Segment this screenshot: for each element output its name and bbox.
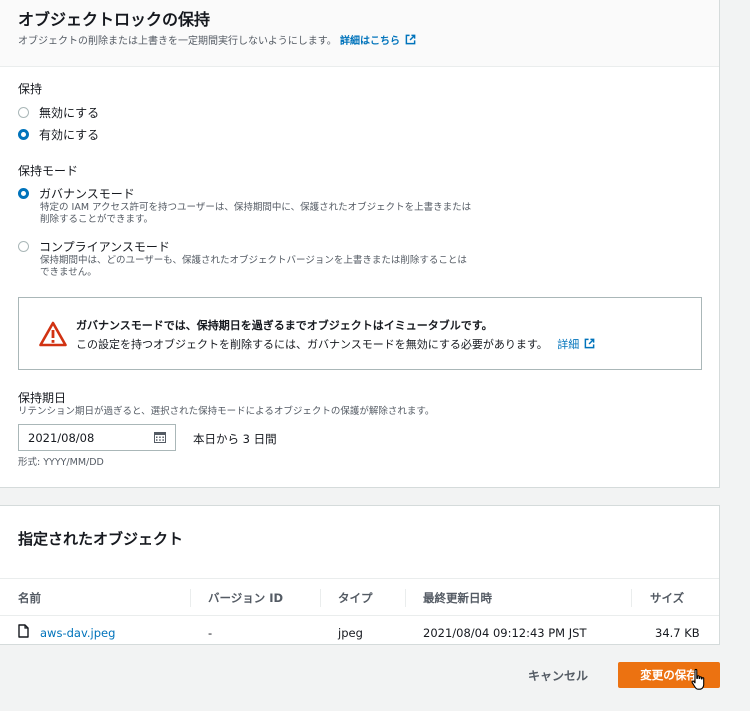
governance-description: 特定の IAM アクセス許可を持つユーザーは、保持期間中に、保護されたオブジェク… (40, 202, 472, 225)
column-header-name[interactable]: 名前 (18, 590, 41, 606)
radio-governance[interactable]: ガバナンスモード (18, 185, 135, 202)
warning-title: ガバナンスモードでは、保持期日を過ぎるまでオブジェクトはイミュータブルです。 (76, 319, 493, 332)
panel-header: オブジェクトロックの保持 オブジェクトの削除または上書きを一定期間実行しないよう… (0, 0, 719, 67)
panel-description: オブジェクトの削除または上書きを一定期間実行しないようにします。 詳細はこちら (18, 32, 416, 47)
objects-title: 指定されたオブジェクト (18, 530, 184, 548)
calendar-icon[interactable] (154, 432, 166, 443)
warning-details-link[interactable]: 詳細 (557, 338, 595, 351)
retain-until-description: リテンション期日が過ぎると、選択された保持モードによるオブジェクトの保護が解除さ… (18, 406, 435, 417)
days-from-today: 本日から 3 日間 (193, 432, 277, 446)
compliance-description: 保持期間中は、どのユーザーも、保護されたオブジェクトバージョンを上書きまたは削除… (40, 255, 467, 278)
retain-until-date-input[interactable]: 2021/08/08 (18, 424, 176, 451)
retention-mode-label: 保持モード (18, 164, 79, 178)
object-lock-retention-panel: オブジェクトロックの保持 オブジェクトの削除または上書きを一定期間実行しないよう… (0, 0, 720, 488)
retain-until-label: 保持期日 (18, 391, 67, 405)
external-link-icon (405, 34, 416, 45)
radio-label: 有効にする (39, 128, 100, 142)
radio-button-unselected[interactable] (18, 107, 29, 118)
radio-disable[interactable]: 無効にする (18, 104, 99, 121)
column-divider (631, 589, 632, 607)
radio-label: コンプライアンスモード (39, 240, 170, 254)
column-header-version[interactable]: バージョン ID (208, 590, 283, 606)
radio-compliance[interactable]: コンプライアンスモード (18, 238, 170, 255)
date-format-hint: 形式: YYYY/MM/DD (18, 457, 104, 468)
hand-cursor-icon (691, 668, 705, 690)
governance-warning-alert: ガバナンスモードでは、保持期日を過ぎるまでオブジェクトはイミュータブルです。 こ… (18, 297, 702, 370)
cancel-button[interactable]: キャンセル (510, 662, 606, 688)
date-value: 2021/08/08 (28, 431, 95, 445)
radio-button-selected[interactable] (18, 129, 29, 140)
radio-label: 無効にする (39, 106, 100, 120)
panel-title: オブジェクトロックの保持 (18, 10, 211, 29)
column-header-modified[interactable]: 最終更新日時 (423, 590, 492, 606)
column-header-type[interactable]: タイプ (338, 590, 373, 606)
object-type: jpeg (338, 626, 363, 640)
object-name-link[interactable]: aws-dav.jpeg (40, 626, 115, 640)
object-modified: 2021/08/04 09:12:43 PM JST (423, 626, 587, 640)
column-divider (320, 589, 321, 607)
file-icon (18, 624, 29, 638)
warning-icon (39, 321, 67, 347)
external-link-icon (584, 338, 595, 349)
column-divider (190, 589, 191, 607)
retention-label: 保持 (18, 82, 43, 96)
radio-button-unselected[interactable] (18, 241, 29, 252)
object-version: - (208, 626, 213, 640)
table-header: 名前 バージョン ID タイプ 最終更新日時 サイズ (0, 578, 719, 616)
column-header-size[interactable]: サイズ (650, 590, 684, 606)
radio-label: ガバナンスモード (39, 187, 135, 201)
warning-body: この設定を持つオブジェクトを削除するには、ガバナンスモードを無効にする必要があり… (76, 336, 595, 352)
learn-more-link[interactable]: 詳細はこちら (340, 34, 416, 47)
object-size: 34.7 KB (655, 626, 700, 640)
radio-enable[interactable]: 有効にする (18, 126, 99, 143)
radio-button-selected[interactable] (18, 188, 29, 199)
column-divider (405, 589, 406, 607)
description-text: オブジェクトの削除または上書きを一定期間実行しないようにします。 (18, 36, 337, 47)
specified-objects-panel: 指定されたオブジェクト 名前 バージョン ID タイプ 最終更新日時 サイズ a… (0, 505, 720, 645)
